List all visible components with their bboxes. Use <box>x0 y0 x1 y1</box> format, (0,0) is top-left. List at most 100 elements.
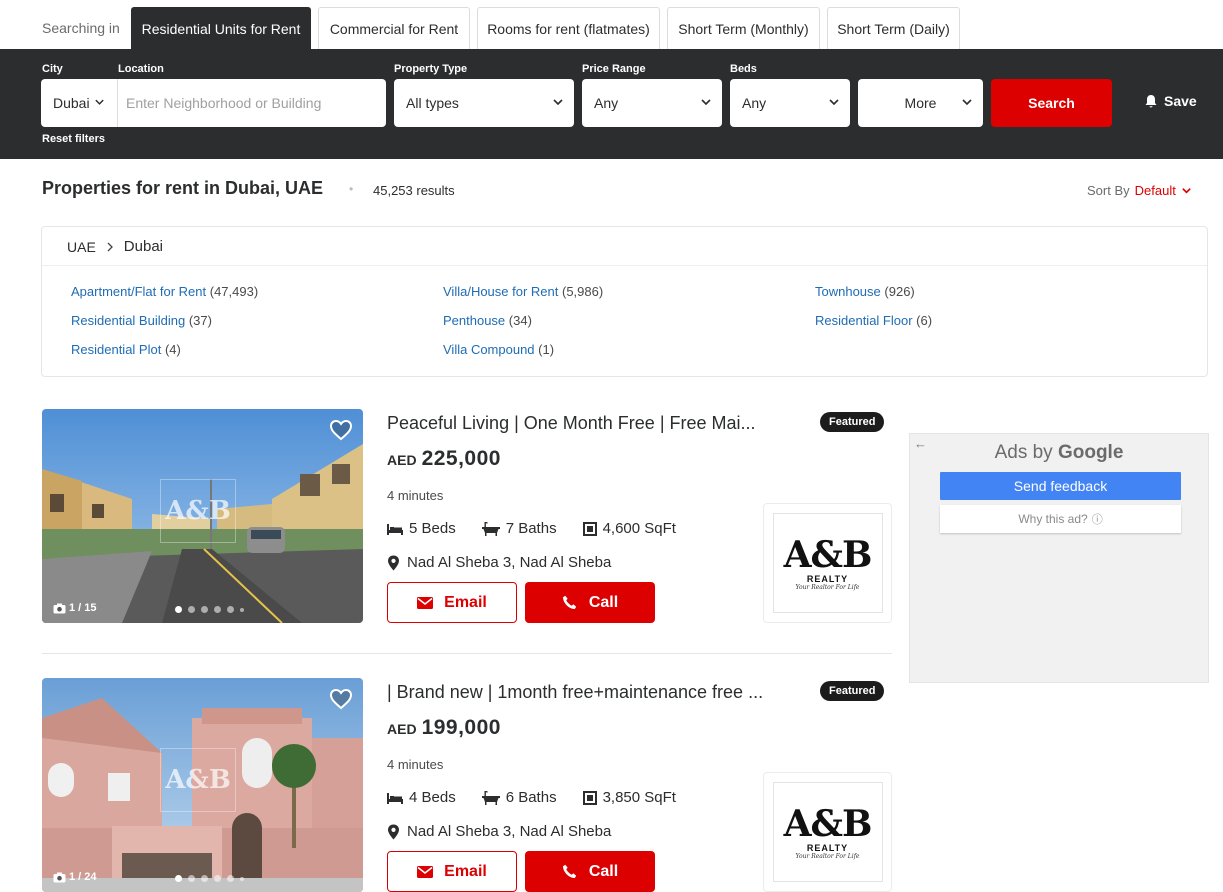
area-spec: 3,850 SqFt <box>582 789 676 806</box>
category-residential-building[interactable]: Residential Building (37) <box>71 313 212 328</box>
category-label: Penthouse <box>443 313 506 328</box>
carousel-dot[interactable] <box>227 875 234 882</box>
location-text: Nad Al Sheba 3, Nad Al Sheba <box>407 823 612 840</box>
location-label: Location <box>118 63 164 75</box>
price-range-select[interactable]: Any <box>582 79 722 127</box>
category-count: (47,493) <box>209 284 259 299</box>
category-label: Villa/House for Rent <box>443 284 559 299</box>
area-text: 4,600 SqFt <box>602 520 676 537</box>
category-villa-compound[interactable]: Villa Compound (1) <box>443 342 554 357</box>
tab-residential-rent[interactable]: Residential Units for Rent <box>131 7 311 49</box>
listing-photo[interactable]: A&B 1 / 15 <box>42 409 363 623</box>
listing-title[interactable]: Peaceful Living | One Month Free | Free … <box>387 413 787 434</box>
carousel-dots <box>175 606 244 613</box>
category-label: Apartment/Flat for Rent <box>71 284 207 299</box>
listing-photo[interactable]: A&B 1 / 24 <box>42 678 363 892</box>
email-button[interactable]: Email <box>387 582 517 623</box>
call-button[interactable]: Call <box>525 582 655 623</box>
listing-title[interactable]: | Brand new | 1month free+maintenance fr… <box>387 682 787 703</box>
category-label: Villa Compound <box>443 342 535 357</box>
location-text: Nad Al Sheba 3, Nad Al Sheba <box>407 554 612 571</box>
property-type-label: Property Type <box>394 63 468 75</box>
category-residential-plot[interactable]: Residential Plot (4) <box>71 342 181 357</box>
baths-text: 7 Baths <box>505 520 557 537</box>
photo-counter-text: 1 / 24 <box>69 871 97 883</box>
camera-icon <box>53 872 66 882</box>
category-panel: UAE Dubai Apartment/Flat for Rent (47,49… <box>41 226 1208 377</box>
category-count: (1) <box>538 342 555 357</box>
bed-icon <box>387 792 403 804</box>
logo-main-text: A&B <box>783 533 873 576</box>
carousel-dot[interactable] <box>240 607 244 612</box>
searching-in-label: Searching in <box>42 20 120 36</box>
category-tabs: Searching in Residential Units for Rent … <box>0 0 1223 49</box>
breadcrumb-uae[interactable]: UAE <box>67 239 96 255</box>
carousel-dot[interactable] <box>175 875 182 882</box>
why-this-ad-button[interactable]: Why this ad? ⓘ <box>940 505 1181 533</box>
carousel-dot[interactable] <box>214 875 221 882</box>
save-search-button[interactable]: Save <box>1144 93 1197 109</box>
carousel-dot[interactable] <box>214 606 221 613</box>
carousel-dot[interactable] <box>201 875 208 882</box>
carousel-dot[interactable] <box>201 606 208 613</box>
send-feedback-button[interactable]: Send feedback <box>940 472 1181 500</box>
logo-tagline: Your Realtor For Life <box>795 852 860 860</box>
email-button[interactable]: Email <box>387 851 517 892</box>
category-residential-floor[interactable]: Residential Floor (6) <box>815 313 932 328</box>
price-range-value: Any <box>594 95 619 111</box>
carousel-dot[interactable] <box>188 875 195 882</box>
search-button[interactable]: Search <box>991 79 1112 127</box>
chevron-down-icon <box>95 99 104 105</box>
location-pin-icon <box>388 824 399 839</box>
location-input[interactable] <box>118 80 386 126</box>
more-filters-select[interactable]: More <box>858 79 983 127</box>
category-count: (5,986) <box>562 284 604 299</box>
category-apartment-flat[interactable]: Apartment/Flat for Rent (47,493) <box>71 284 258 299</box>
bed-icon <box>387 523 403 535</box>
area-icon <box>582 790 597 805</box>
featured-badge: Featured <box>820 681 885 701</box>
call-button[interactable]: Call <box>525 851 655 892</box>
results-count: 45,253 results <box>373 183 455 198</box>
chevron-down-icon <box>701 99 711 106</box>
carousel-dot[interactable] <box>188 606 195 613</box>
call-label: Call <box>588 862 619 880</box>
favorite-heart-icon[interactable] <box>329 419 353 441</box>
chevron-down-icon <box>553 99 563 106</box>
property-type-select[interactable]: All types <box>394 79 574 127</box>
filter-bar: City Location Dubai Property Type All ty… <box>0 49 1223 159</box>
beds-select[interactable]: Any <box>730 79 850 127</box>
price-currency: AED <box>387 452 417 468</box>
carousel-dot[interactable] <box>240 876 244 881</box>
city-value: Dubai <box>53 95 90 111</box>
listing-card[interactable]: A&B 1 / 15 Peaceful Living | One Month F… <box>42 409 892 623</box>
sort-dropdown[interactable]: Sort By Default <box>1087 183 1192 198</box>
featured-badge: Featured <box>820 412 885 432</box>
category-label: Townhouse <box>815 284 881 299</box>
listing-divider <box>42 653 892 654</box>
category-villa-house[interactable]: Villa/House for Rent (5,986) <box>443 284 603 299</box>
price-amount: 225,000 <box>421 447 501 470</box>
favorite-heart-icon[interactable] <box>329 688 353 710</box>
carousel-dot[interactable] <box>227 606 234 613</box>
category-townhouse[interactable]: Townhouse (926) <box>815 284 915 299</box>
carousel-dot[interactable] <box>175 606 182 613</box>
category-penthouse[interactable]: Penthouse (34) <box>443 313 532 328</box>
agency-logo[interactable]: A&B REALTY Your Realtor For Life <box>763 503 892 623</box>
reset-filters-link[interactable]: Reset filters <box>42 133 105 145</box>
beds-spec: 4 Beds <box>387 789 456 806</box>
agency-logo[interactable]: A&B REALTY Your Realtor For Life <box>763 772 892 892</box>
watermark-logo: A&B <box>160 748 236 812</box>
listing-duration: 4 minutes <box>387 757 444 772</box>
tab-short-term-daily[interactable]: Short Term (Daily) <box>827 7 960 49</box>
listing-specs: 5 Beds 7 Baths 4,600 SqFt <box>387 520 676 537</box>
tab-commercial-rent[interactable]: Commercial for Rent <box>318 7 470 49</box>
city-select[interactable]: Dubai <box>41 79 118 127</box>
listing-price: AED 225,000 <box>387 447 501 471</box>
tab-short-term-monthly[interactable]: Short Term (Monthly) <box>667 7 820 49</box>
property-type-value: All types <box>406 95 459 111</box>
tab-rooms-flatmates[interactable]: Rooms for rent (flatmates) <box>477 7 660 49</box>
listing-card[interactable]: A&B 1 / 24 | Brand new | 1month free+mai… <box>42 678 892 892</box>
email-label: Email <box>444 593 487 611</box>
beds-label: Beds <box>730 63 757 75</box>
